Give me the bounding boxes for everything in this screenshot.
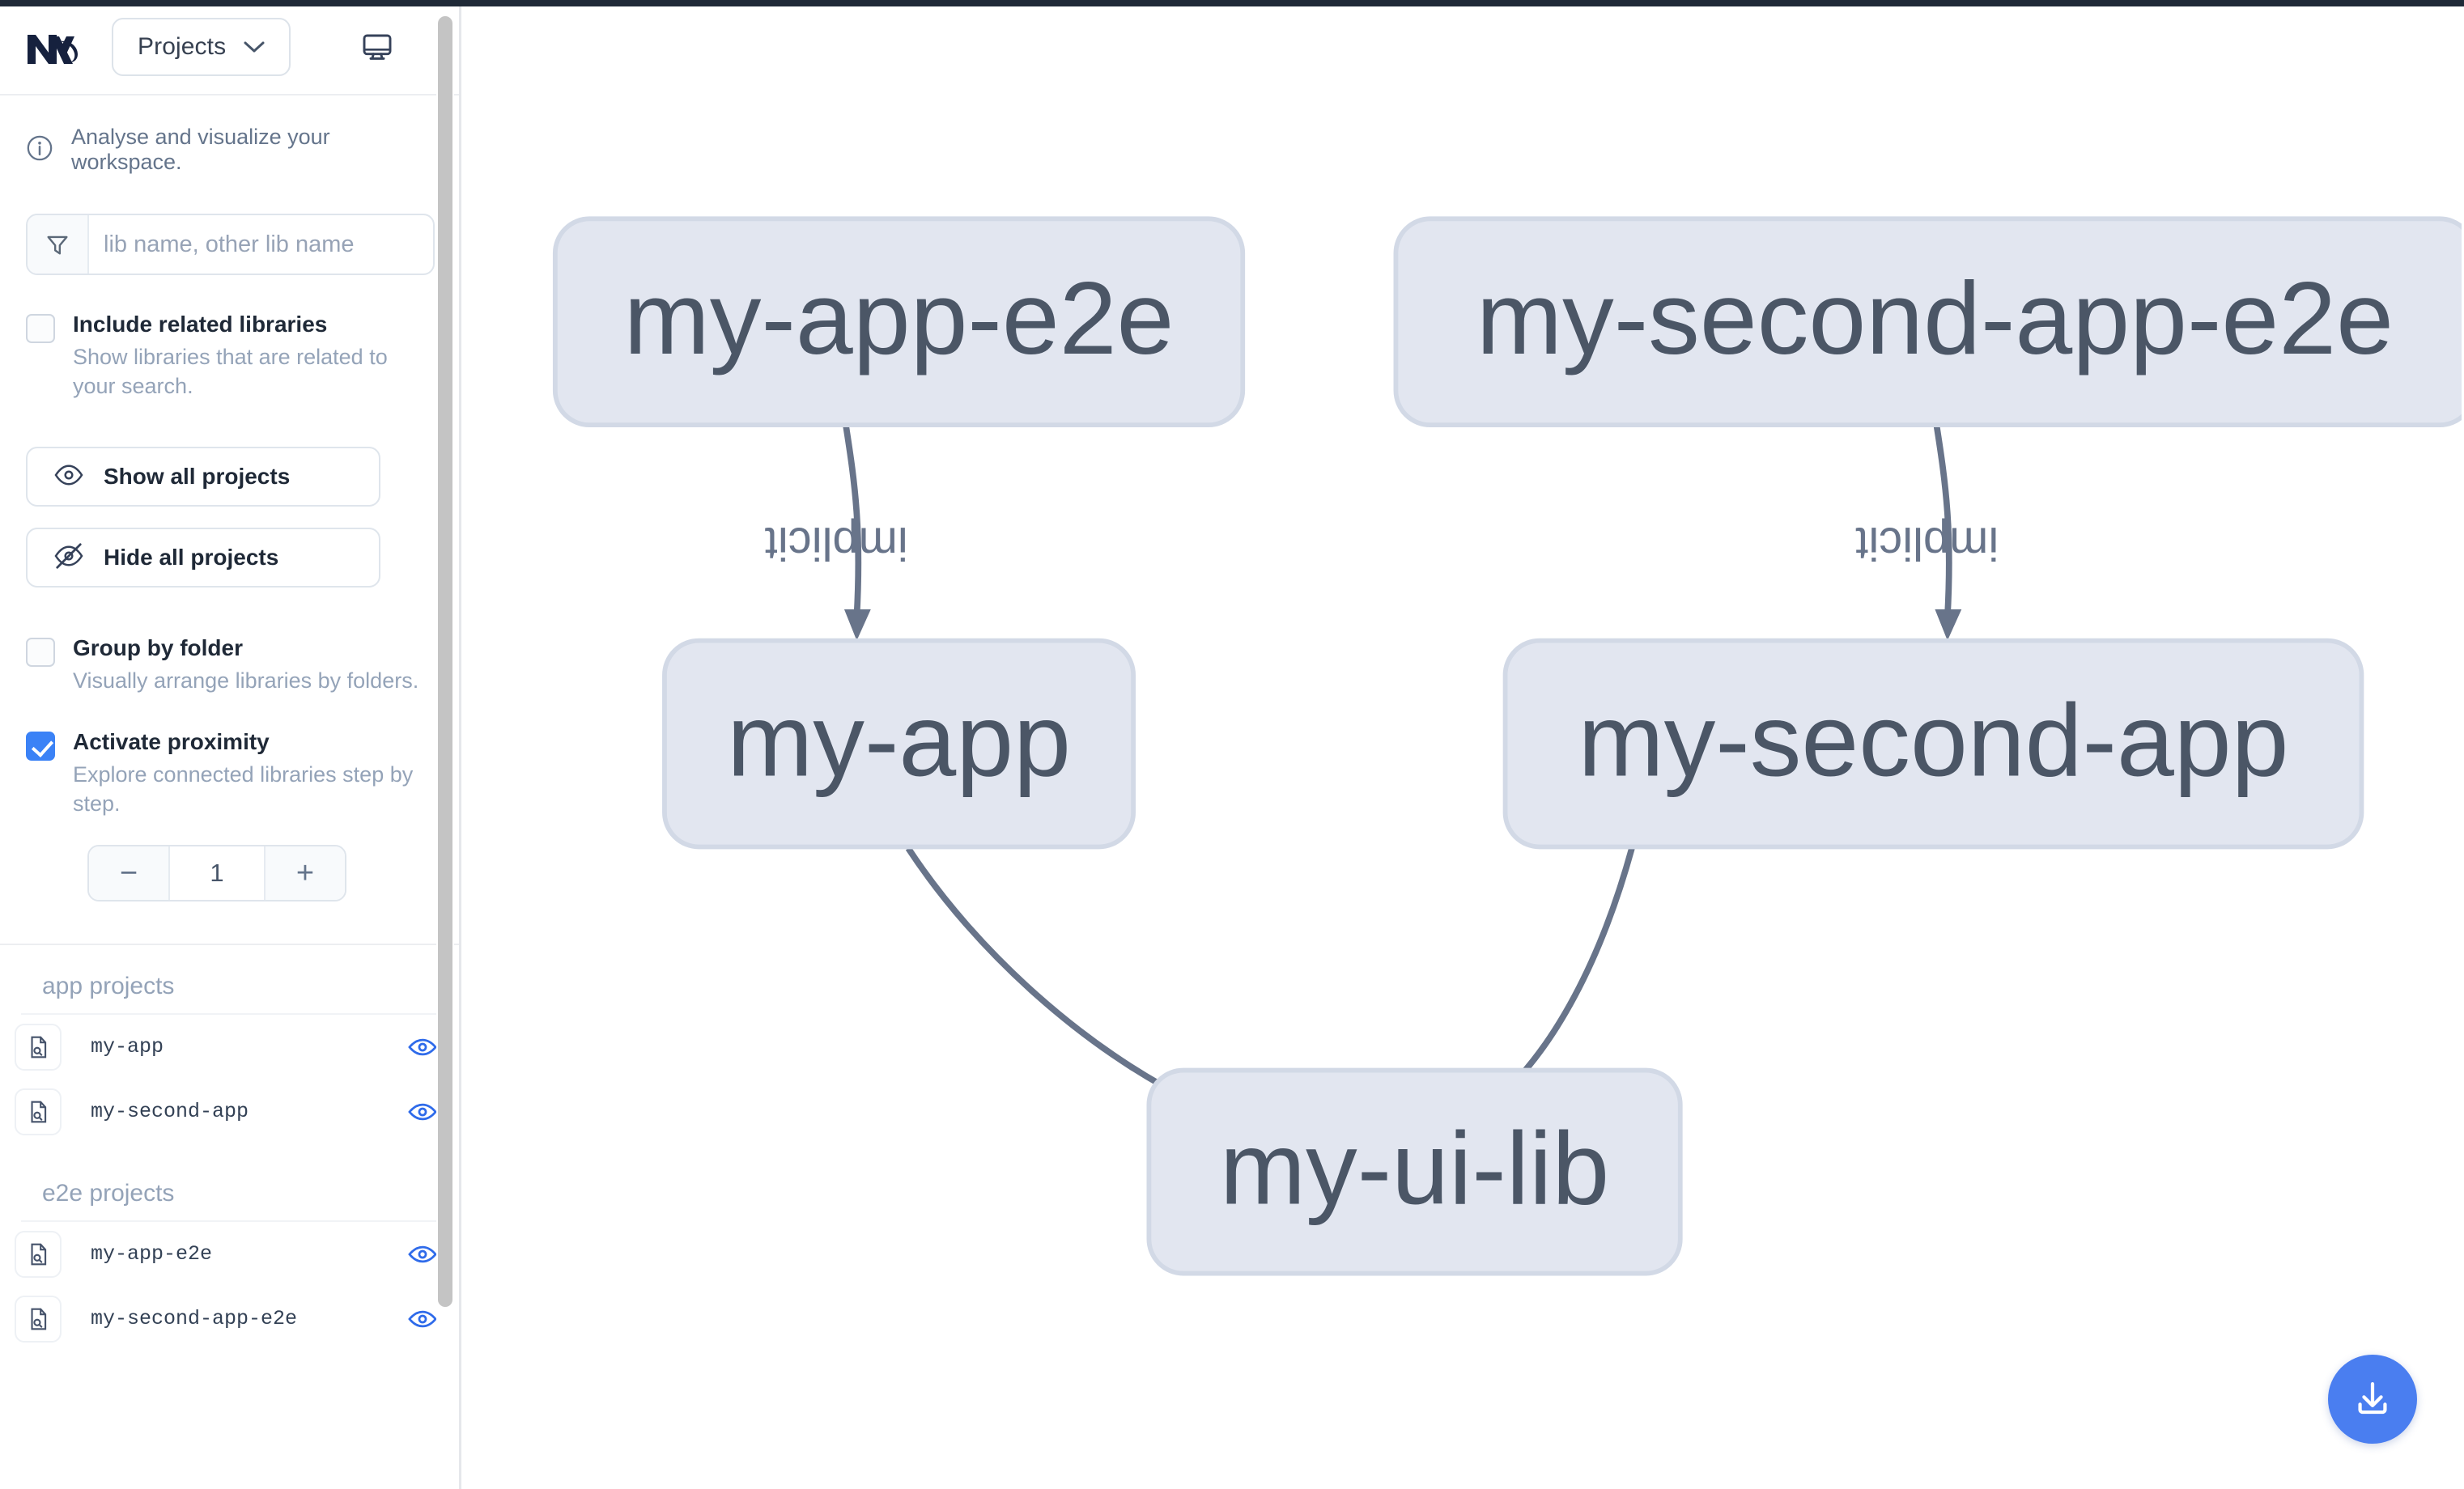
edge-my-app-to-my-ui-lib: [905, 846, 1195, 1105]
edge-arrowhead: [1935, 609, 1962, 641]
search-box[interactable]: [26, 214, 435, 275]
option-activate-proximity[interactable]: Activate proximity Explore connected lib…: [0, 728, 459, 819]
graph-node-label: my-app: [727, 683, 1071, 798]
hide-all-projects-label: Hide all projects: [104, 544, 279, 570]
toggle-visibility-icon[interactable]: [407, 1239, 438, 1270]
group-title-app-projects: app projects: [21, 945, 448, 1015]
proximity-increment-button[interactable]: +: [264, 846, 345, 900]
graph-node-my-app[interactable]: my-app: [662, 638, 1136, 850]
toggle-visibility-icon[interactable]: [407, 1304, 438, 1334]
eye-open-icon: [53, 460, 84, 493]
project-name: my-app: [91, 1035, 164, 1059]
hide-all-projects-button[interactable]: Hide all projects: [26, 527, 380, 588]
download-icon: [2351, 1377, 2394, 1422]
workspace-info: Analyse and visualize your workspace.: [0, 95, 459, 175]
project-row-my-app[interactable]: my-app: [0, 1015, 459, 1080]
info-circle-icon: [26, 134, 53, 166]
project-row-my-second-app[interactable]: my-second-app: [0, 1080, 459, 1144]
nx-logo-icon: [24, 28, 84, 66]
monitor-icon[interactable]: [355, 25, 399, 69]
activate-proximity-checkbox[interactable]: [26, 731, 55, 761]
file-search-icon: [15, 1023, 62, 1071]
group-by-folder-description: Visually arrange libraries by folders.: [73, 668, 419, 693]
graph-node-my-second-app-e2e[interactable]: my-second-app-e2e: [1393, 216, 2462, 428]
project-row-my-second-app-e2e[interactable]: my-second-app-e2e: [0, 1287, 459, 1351]
proximity-decrement-button[interactable]: −: [89, 846, 170, 900]
graph-node-my-ui-lib[interactable]: my-ui-lib: [1146, 1067, 1683, 1276]
graph-node-my-app-e2e[interactable]: my-app-e2e: [552, 216, 1246, 428]
nx-graph-app: Projects Analyse and visualize your work…: [0, 0, 2464, 1489]
file-search-icon: [15, 1230, 62, 1278]
group-title-e2e-projects: e2e projects: [21, 1144, 448, 1222]
file-search-icon: [15, 1295, 62, 1343]
project-graph: implicit implicit my-app-e2e my-second-a…: [552, 216, 2462, 1276]
project-name: my-app-e2e: [91, 1242, 213, 1266]
include-related-libraries-label: Include related libraries: [73, 312, 328, 337]
chevron-down-icon: [244, 40, 265, 53]
include-related-libraries-description: Show libraries that are related to your …: [73, 345, 388, 398]
toggle-visibility-icon[interactable]: [407, 1032, 438, 1063]
projects-dropdown-label: Projects: [138, 33, 227, 60]
option-include-related-libraries[interactable]: Include related libraries Show libraries…: [0, 311, 459, 401]
graph-node-label: my-second-app: [1578, 683, 2288, 798]
sidebar-header: Projects: [0, 0, 459, 95]
window-top-strip: [0, 0, 2464, 6]
graph-node-label: my-app-e2e: [624, 261, 1175, 376]
graph-node-label: my-second-app-e2e: [1476, 261, 2394, 376]
project-row-my-app-e2e[interactable]: my-app-e2e: [0, 1222, 459, 1287]
workspace-info-text: Analyse and visualize your workspace.: [71, 125, 330, 174]
graph-node-label: my-ui-lib: [1220, 1112, 1609, 1227]
graph-nodes: my-app-e2e my-second-app-e2e my-app my-s…: [552, 216, 2462, 1276]
edge-arrowhead: [843, 609, 871, 641]
toggle-visibility-icon[interactable]: [407, 1097, 438, 1127]
option-group-by-folder[interactable]: Group by folder Visually arrange librari…: [0, 634, 459, 696]
project-name: my-second-app: [91, 1100, 249, 1124]
sidebar-scrollbar-thumb[interactable]: [438, 16, 452, 1307]
projects-dropdown-button[interactable]: Projects: [112, 18, 291, 76]
edge-my-second-app-to-my-ui-lib: [1490, 847, 1635, 1106]
download-graph-button[interactable]: [2328, 1355, 2417, 1444]
proximity-stepper[interactable]: − 1 +: [87, 844, 346, 901]
search-input[interactable]: [89, 215, 433, 274]
file-search-icon: [15, 1088, 62, 1135]
filter-funnel-icon: [28, 215, 89, 274]
edge-label-implicit-1: implicit: [765, 518, 908, 570]
project-name: my-second-app-e2e: [91, 1307, 298, 1331]
group-by-folder-label: Group by folder: [73, 634, 243, 660]
activate-proximity-description: Explore connected libraries step by step…: [73, 761, 414, 816]
show-all-projects-button[interactable]: Show all projects: [26, 446, 380, 507]
activate-proximity-label: Activate proximity: [73, 728, 270, 754]
graph-node-my-second-app[interactable]: my-second-app: [1502, 638, 2364, 850]
show-all-projects-label: Show all projects: [104, 463, 291, 489]
include-related-libraries-checkbox[interactable]: [26, 314, 55, 343]
eye-slash-icon: [53, 541, 84, 574]
proximity-value: 1: [170, 846, 264, 900]
graph-canvas[interactable]: implicit implicit my-app-e2e my-second-a…: [461, 0, 2464, 1489]
edge-label-implicit-2: implicit: [1855, 518, 1999, 570]
sidebar: Projects Analyse and visualize your work…: [0, 0, 461, 1489]
group-by-folder-checkbox[interactable]: [26, 637, 55, 667]
